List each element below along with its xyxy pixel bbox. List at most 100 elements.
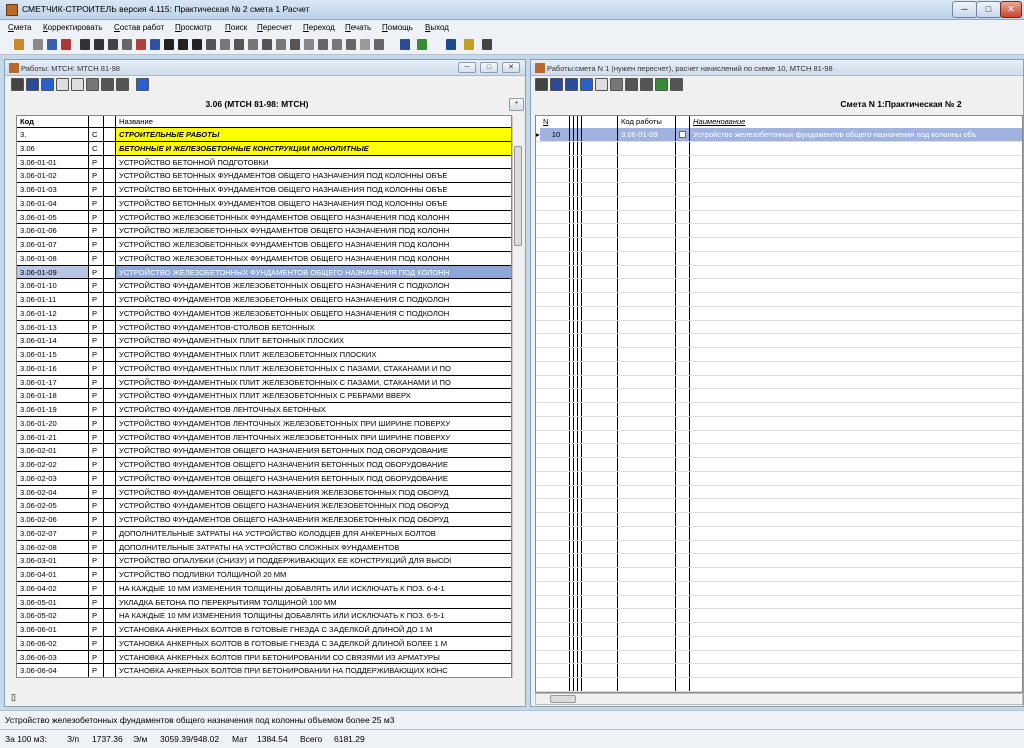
table-row[interactable]: 3. С СТРОИТЕЛЬНЫЕ РАБОТЫ (17, 128, 511, 142)
table-row[interactable]: 3.06-02-02 Р УСТРОЙСТВО ФУНДАМЕНТОВ ОБЩЕГО… (17, 458, 511, 472)
table-row[interactable]: 3.06-05-01 Р УКЛАДКА БЕТОНА ПО ПЕРЕКРЫТИЯМ… (17, 595, 511, 610)
table-row[interactable]: 3.06-01-04 Р УСТРОЙСТВО БЕТОННЫХ ФУНДАМЕНТ… (17, 196, 511, 211)
table-row[interactable]: ▸ 10 3.06-01-09 Устройство железобетонных ф… (536, 128, 1022, 142)
cancel-icon[interactable] (595, 78, 608, 91)
sheet-icon[interactable] (248, 39, 258, 50)
table-row[interactable]: 3.06-01-15 Р УСТРОЙСТВО ФУНДАМЕНТНЫХ ПЛИТ … (17, 348, 511, 362)
cancel-icon[interactable] (56, 78, 69, 91)
bars2-icon[interactable] (290, 39, 300, 50)
table-row[interactable]: 3.06-06-02 Р УСТАНОВКА АНКЕРНЫХ БОЛТОВ В Г… (17, 636, 511, 651)
empty-row[interactable] (536, 416, 1022, 431)
empty-row[interactable] (536, 375, 1022, 390)
table-row[interactable]: 3.06-01-02 Р УСТРОЙСТВО БЕТОННЫХ ФУНДАМЕНТ… (17, 169, 511, 183)
people-icon[interactable] (318, 39, 328, 50)
table-row[interactable]: 3.06-06-01 Р УСТАНОВКА АНКЕРНЫХ БОЛТОВ В Г… (17, 623, 511, 637)
move-down-icon[interactable] (640, 78, 653, 91)
minimize-button[interactable]: ─ (458, 62, 476, 73)
table-row[interactable]: 3.06-01-01 Р УСТРОЙСТВО БЕТОННОЙ ПОДГОТОВК… (17, 155, 511, 170)
table-row[interactable]: 3.06-03-01 Р УСТРОЙСТВО ОПАЛУБКИ (СНИЗУ) И… (17, 554, 511, 568)
menu-smeta[interactable]: Смета (8, 23, 32, 32)
stamp-icon[interactable] (374, 39, 384, 50)
table-row[interactable]: 3.06-01-16 Р УСТРОЙСТВО ФУНДАМЕНТНЫХ ПЛИТ … (17, 361, 511, 376)
sort-icon[interactable] (610, 78, 623, 91)
v-icon[interactable] (178, 39, 188, 50)
catalog-scrollbar[interactable] (512, 116, 523, 678)
refresh-icon[interactable] (580, 78, 593, 91)
empty-row[interactable] (536, 581, 1022, 596)
menu-search[interactable]: Поиск (225, 23, 247, 32)
open-icon[interactable] (14, 39, 24, 50)
home-icon[interactable] (136, 78, 149, 91)
bars-icon[interactable] (262, 39, 272, 50)
table-row[interactable]: 3.06-01-13 Р УСТРОЙСТВО ФУНДАМЕНТОВ-СТОЛБО… (17, 320, 511, 335)
minimize-button[interactable]: ─ (952, 1, 977, 18)
print-icon[interactable] (80, 39, 90, 50)
add-button[interactable]: + (509, 98, 524, 111)
table-row[interactable]: 3.06-01-12 Р УСТРОЙСТВО ФУНДАМЕНТОВ ЖЕЛЕЗО… (17, 306, 511, 321)
table-row[interactable]: 3.06-01-09 Р УСТРОЙСТВО ЖЕЛЕЗОБЕТОННЫХ ФУН… (17, 265, 511, 280)
empty-row[interactable] (536, 155, 1022, 170)
edit-icon[interactable] (71, 78, 84, 91)
table-row[interactable]: 3.06-01-05 Р УСТРОЙСТВО ЖЕЛЕЗОБЕТОННЫХ ФУН… (17, 210, 511, 225)
delete-icon[interactable] (61, 39, 71, 50)
empty-row[interactable] (536, 609, 1022, 623)
stack-icon[interactable] (304, 39, 314, 50)
table-row[interactable]: 3.06-01-08 Р УСТРОЙСТВО ЖЕЛЕЗОБЕТОННЫХ ФУН… (17, 251, 511, 266)
menu-goto[interactable]: Переход (303, 23, 335, 32)
sum-icon[interactable] (192, 39, 202, 50)
move-up-icon[interactable] (101, 78, 114, 91)
empty-row[interactable] (536, 513, 1022, 527)
table-row[interactable]: 3.06 С БЕТОННЫЕ И ЖЕЛЕЗОБЕТОННЫЕ КОНСТРУКЦ… (17, 141, 511, 156)
empty-row[interactable] (536, 389, 1022, 403)
menu-view[interactable]: Просмотр (175, 23, 212, 32)
empty-row[interactable] (536, 320, 1022, 335)
sort-icon[interactable] (86, 78, 99, 91)
table-row[interactable]: 3.06-01-11 Р УСТРОЙСТВО ФУНДАМЕНТОВ ЖЕЛЕЗО… (17, 293, 511, 307)
close-button[interactable]: ✕ (1000, 1, 1022, 18)
move-down-icon[interactable] (116, 78, 129, 91)
estimate-hscrollbar[interactable] (535, 693, 1023, 705)
move-up-icon[interactable] (625, 78, 638, 91)
empty-row[interactable] (536, 458, 1022, 472)
table-row[interactable]: 3.06-01-06 Р УСТРОЙСТВО ЖЕЛЕЗОБЕТОННЫХ ФУН… (17, 224, 511, 238)
empty-row[interactable] (536, 526, 1022, 541)
empty-row[interactable] (536, 306, 1022, 321)
empty-row[interactable] (536, 650, 1022, 665)
empty-row[interactable] (536, 636, 1022, 651)
table-row[interactable]: 3.06-01-20 Р УСТРОЙСТВО ФУНДАМЕНТОВ ЛЕНТОЧ… (17, 416, 511, 431)
anchor-icon[interactable] (565, 78, 578, 91)
doc-icon[interactable] (360, 39, 370, 50)
empty-row[interactable] (536, 403, 1022, 417)
column-code[interactable]: Код работы (618, 116, 676, 128)
help-icon[interactable] (464, 39, 474, 50)
disk-icon[interactable] (234, 39, 244, 50)
empty-row[interactable] (536, 499, 1022, 513)
print-icon[interactable] (535, 78, 548, 91)
empty-row[interactable] (536, 623, 1022, 637)
empty-row[interactable] (536, 334, 1022, 348)
column-code[interactable]: Код (17, 116, 89, 127)
image-icon[interactable] (220, 39, 230, 50)
sheet2-icon[interactable] (276, 39, 286, 50)
empty-row[interactable] (536, 554, 1022, 568)
empty-row[interactable] (536, 224, 1022, 238)
empty-row[interactable] (536, 678, 1022, 692)
table-icon[interactable] (122, 39, 132, 50)
scroll-thumb[interactable] (514, 146, 522, 246)
refresh-icon[interactable] (41, 78, 54, 91)
people2-icon[interactable] (332, 39, 342, 50)
save-icon[interactable] (108, 39, 118, 50)
calc-icon[interactable] (136, 39, 146, 50)
table-row[interactable]: 3.06-01-19 Р УСТРОЙСТВО ФУНДАМЕНТОВ ЛЕНТОЧ… (17, 403, 511, 417)
scroll-thumb[interactable] (550, 695, 576, 703)
menu-recalc[interactable]: Пересчет (257, 23, 292, 32)
menu-help[interactable]: Помощь (382, 23, 413, 32)
empty-row[interactable] (536, 361, 1022, 376)
table-row[interactable]: 3.06-04-02 Р НА КАЖДЫЕ 10 ММ ИЗМЕНЕНИЯ ТОЛ… (17, 581, 511, 596)
h-icon[interactable] (164, 39, 174, 50)
binoculars-icon[interactable] (550, 78, 563, 91)
empty-row[interactable] (536, 141, 1022, 156)
exit-icon[interactable] (482, 39, 492, 50)
column-name[interactable]: Название (116, 116, 511, 127)
export-icon[interactable] (670, 78, 683, 91)
